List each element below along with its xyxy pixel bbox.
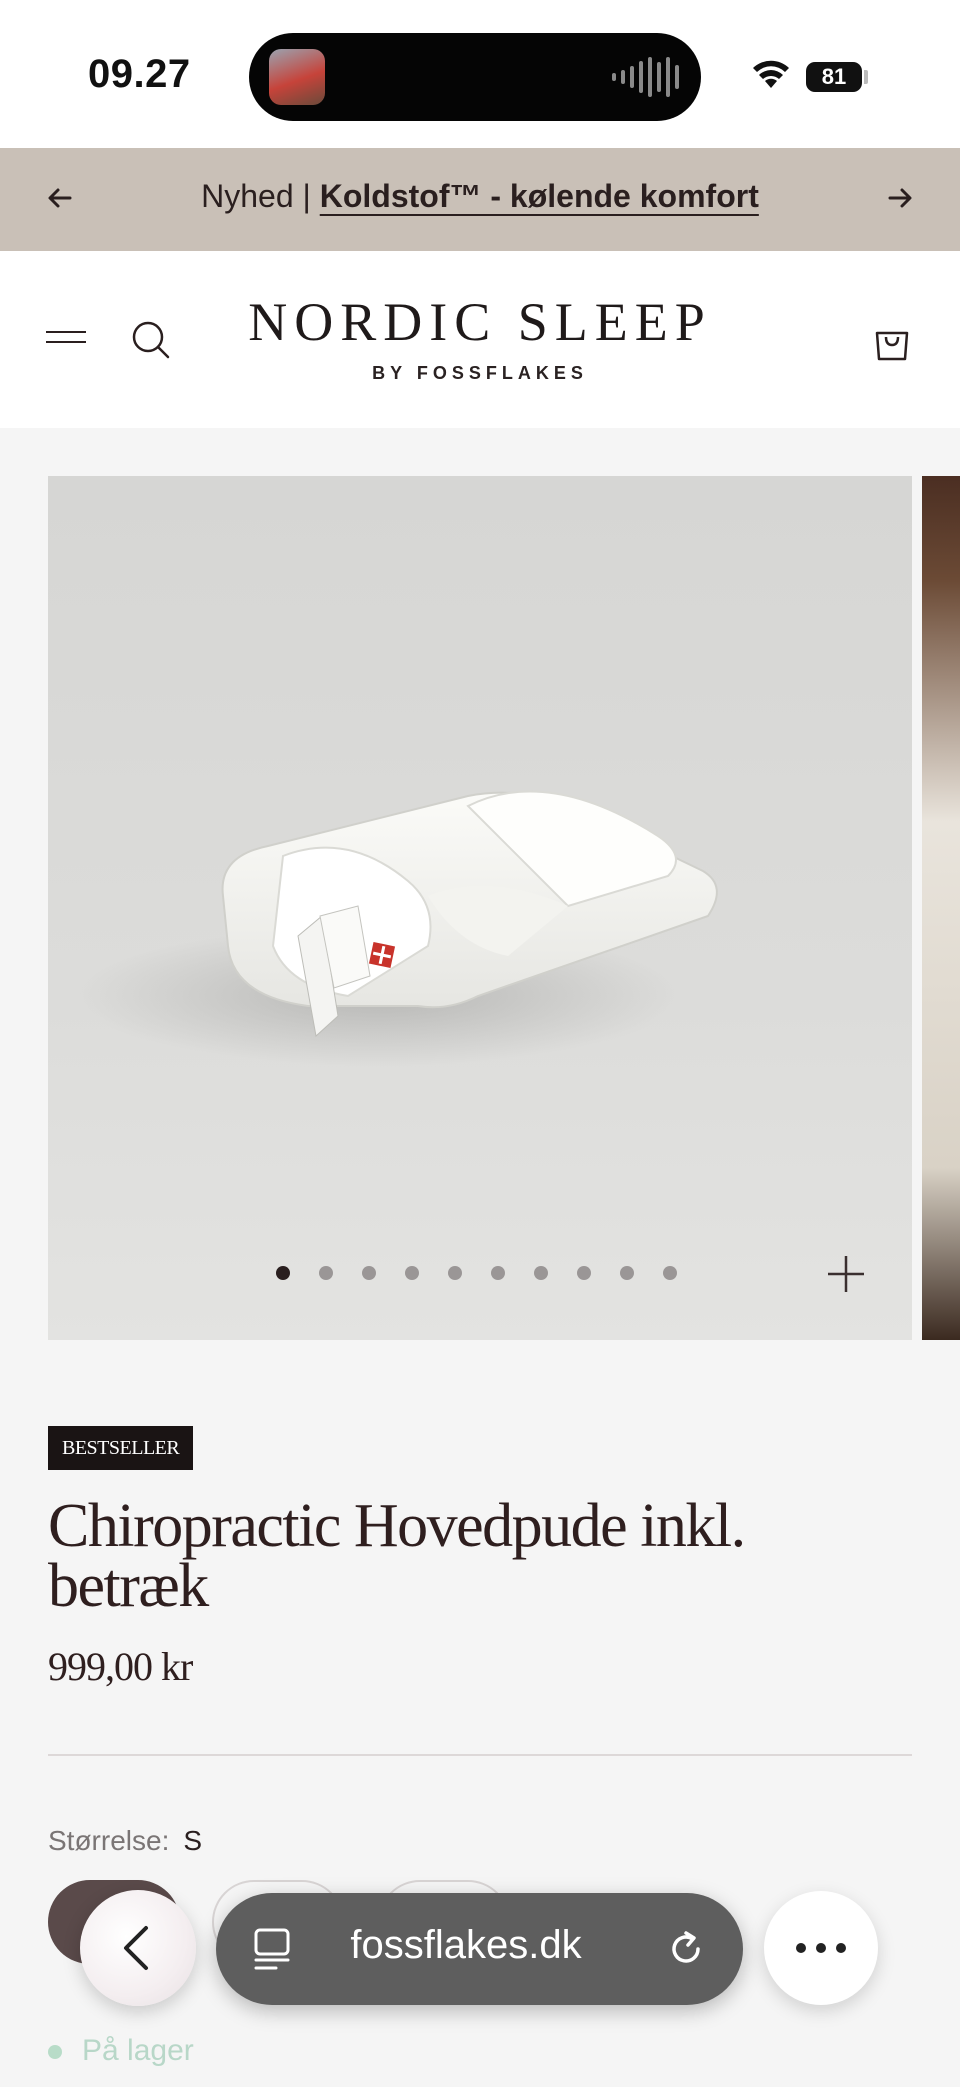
cart-icon[interactable]	[872, 323, 912, 363]
size-value: S	[183, 1825, 203, 1856]
size-selector-label: Størrelse: S	[48, 1825, 202, 1857]
search-icon[interactable]	[130, 319, 172, 361]
gallery-dot[interactable]	[577, 1266, 591, 1280]
status-time: 09.27	[88, 52, 191, 96]
gallery-dot[interactable]	[276, 1266, 290, 1280]
browser-address-bar[interactable]: fossflakes.dk	[216, 1893, 743, 2005]
logo-sub: BY FOSSFLAKES	[372, 363, 588, 383]
back-chevron-icon	[124, 1926, 148, 1970]
divider	[48, 1754, 912, 1756]
zoom-plus-icon[interactable]	[826, 1254, 866, 1294]
stock-status: På lager	[48, 2034, 194, 2068]
announcement-link[interactable]: Koldstof™ - kølende komfort	[320, 178, 759, 214]
announcement-text: Nyhed | Koldstof™ - kølende komfort	[0, 178, 960, 215]
product-price: 999,00 kr	[48, 1644, 193, 1689]
logo-main: NORDIC SLEEP	[248, 292, 712, 352]
media-thumbnail-icon	[269, 49, 325, 105]
wifi-icon	[753, 60, 789, 88]
gallery-pagination[interactable]	[276, 1266, 677, 1280]
product-image	[78, 790, 718, 1066]
arrow-right-icon[interactable]	[884, 182, 916, 214]
browser-more-button[interactable]	[764, 1891, 878, 2005]
gallery-dot[interactable]	[491, 1266, 505, 1280]
more-icon	[796, 1943, 846, 1953]
gallery-dot[interactable]	[448, 1266, 462, 1280]
gallery-dot[interactable]	[534, 1266, 548, 1280]
dynamic-island[interactable]	[249, 33, 701, 121]
product-title: Chiropractic Hovedpude inkl. betræk	[48, 1492, 746, 1620]
status-bar: 09.27 81	[0, 0, 960, 148]
browser-url[interactable]: fossflakes.dk	[306, 1923, 626, 1968]
gallery-dot[interactable]	[362, 1266, 376, 1280]
brand-logo[interactable]: NORDIC SLEEP BY FOSSFLAKES	[180, 291, 780, 384]
product-gallery[interactable]	[48, 476, 912, 1340]
battery-tip	[864, 70, 868, 84]
site-header: NORDIC SLEEP BY FOSSFLAKES	[0, 251, 960, 428]
menu-icon[interactable]	[46, 331, 86, 353]
size-label: Størrelse:	[48, 1825, 170, 1856]
battery-icon: 81	[806, 62, 862, 92]
gallery-dot[interactable]	[405, 1266, 419, 1280]
gallery-dot[interactable]	[319, 1266, 333, 1280]
stock-dot-icon	[48, 2045, 62, 2060]
reload-icon[interactable]	[664, 1927, 708, 1971]
next-gallery-image[interactable]	[922, 476, 960, 1340]
audio-wave-icon	[612, 57, 679, 97]
gallery-dot[interactable]	[620, 1266, 634, 1280]
gallery-dot[interactable]	[663, 1266, 677, 1280]
announcement-prefix: Nyhed |	[201, 178, 311, 214]
reader-icon[interactable]	[252, 1927, 292, 1971]
bestseller-badge: BESTSELLER	[48, 1426, 194, 1470]
stock-text: På lager	[82, 2034, 194, 2067]
browser-back-button[interactable]	[80, 1890, 196, 2006]
announcement-bar: Nyhed | Koldstof™ - kølende komfort	[0, 148, 960, 251]
